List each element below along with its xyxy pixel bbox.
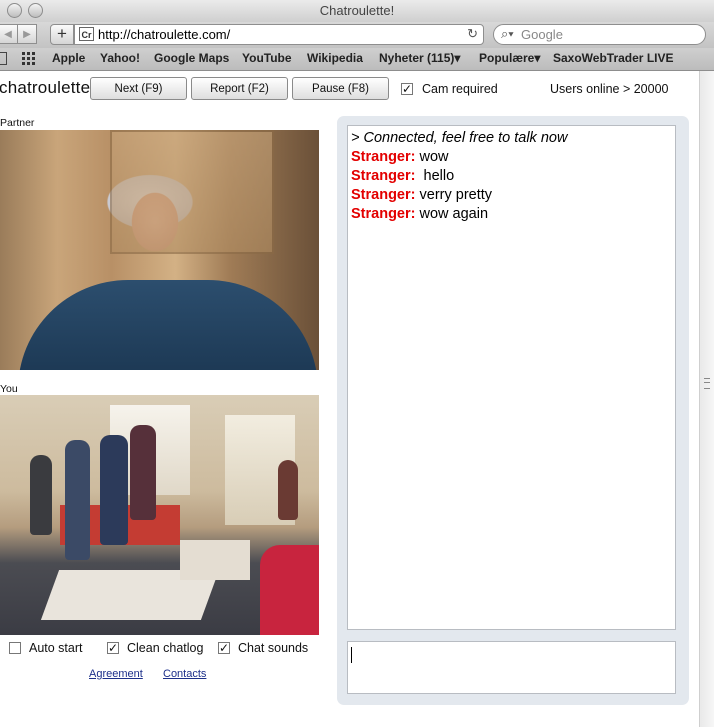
chat-message: Stranger: wow again [351,205,672,224]
forward-arrow-icon: ▶ [23,28,31,40]
bookmark-nyheter[interactable]: Nyheter (115)▾ [379,51,460,65]
check-icon: ✓ [108,641,119,655]
bookmark-wikipedia[interactable]: Wikipedia [307,51,363,65]
window-title: Chatroulette! [319,3,395,18]
check-icon: ✓ [402,82,413,96]
room-person [100,435,128,545]
partner-video [0,130,319,370]
chat-sounds-checkbox[interactable]: ✓ [218,642,230,654]
clean-chatlog-label: Clean chatlog [127,641,204,655]
check-icon: ✓ [219,641,230,655]
message-text: wow [419,149,449,165]
partner-background-door [110,130,274,254]
message-text: verry pretty [419,187,493,203]
text-caret [351,647,352,663]
chat-sounds-label: Chat sounds [238,641,309,655]
partner-person [18,280,318,370]
bookmark-google-maps[interactable]: Google Maps [154,51,229,65]
message-sender: Stranger: [351,206,416,222]
cam-required-label: Cam required [422,82,498,96]
url-text[interactable]: http://chatroulette.com/ [98,27,230,42]
system-message: > Connected, feel free to talk now [351,130,568,146]
partner-label: Partner [0,117,35,129]
top-sites-grid-icon[interactable] [22,52,36,65]
chat-message: Stranger: wow [351,148,672,167]
bookmark-populaere[interactable]: Populære▾ [479,51,540,65]
room-chair [260,545,319,635]
report-button[interactable]: Report (F2) [191,77,288,100]
chat-message: Stranger: hello [351,167,672,186]
message-text: hello [419,168,455,184]
site-logo: chatroulette [0,78,91,97]
bookmark-youtube[interactable]: YouTube [242,51,292,65]
room-person [30,455,52,535]
bookmark-yahoo[interactable]: Yahoo! [100,51,140,65]
search-field[interactable]: ⌕▾ Google [493,24,706,45]
auto-start-checkbox[interactable] [9,642,21,654]
room-rug-small [180,540,250,580]
contacts-link[interactable]: Contacts [163,668,206,680]
search-placeholder: Google [521,27,563,42]
chat-panel: > Connected, feel free to talk now Stran… [337,116,689,705]
room-person [130,425,156,520]
bookmark-apple[interactable]: Apple [52,51,85,65]
bookmarks-bar: Apple Yahoo! Google Maps YouTube Wikiped… [0,48,714,71]
room-person [65,440,90,560]
clean-chatlog-checkbox[interactable]: ✓ [107,642,119,654]
back-arrow-icon: ◀ [4,28,12,40]
page-scrollbar[interactable] [699,71,714,727]
address-bar[interactable]: Cr http://chatroulette.com/ ↻ [74,24,484,45]
plus-icon: + [57,24,67,43]
forward-button[interactable]: ▶ [17,24,37,44]
title-bar: Chatroulette! [0,0,714,23]
magnifier-icon: ⌕▾ [501,26,514,41]
room-person [278,460,298,520]
chat-message: Stranger: verry pretty [351,186,672,205]
auto-start-label: Auto start [29,641,83,655]
cam-required-checkbox[interactable]: ✓ [401,83,413,95]
reload-icon[interactable]: ↻ [467,26,478,42]
bookmarks-book-icon[interactable] [0,52,7,65]
own-webcam-video [0,395,319,635]
next-button[interactable]: Next (F9) [90,77,187,100]
scrollbar-grip-icon[interactable] [704,378,710,389]
chat-input[interactable] [347,641,676,694]
message-sender: Stranger: [351,168,416,184]
pause-button[interactable]: Pause (F8) [292,77,389,100]
add-bookmark-button[interactable]: + [50,24,74,45]
message-sender: Stranger: [351,187,416,203]
back-button[interactable]: ◀ [0,24,18,44]
bookmark-saxowebtrader[interactable]: SaxoWebTrader LIVE [553,51,674,65]
agreement-link[interactable]: Agreement [89,668,143,680]
message-sender: Stranger: [351,149,416,165]
chat-log[interactable]: > Connected, feel free to talk now Stran… [347,125,676,630]
message-text: wow again [419,206,489,222]
browser-toolbar: ◀ ▶ + Cr http://chatroulette.com/ ↻ ⌕▾ G… [0,22,714,48]
users-online-count: Users online > 20000 [550,82,669,96]
you-label: You [0,383,18,395]
site-favicon: Cr [79,27,94,41]
